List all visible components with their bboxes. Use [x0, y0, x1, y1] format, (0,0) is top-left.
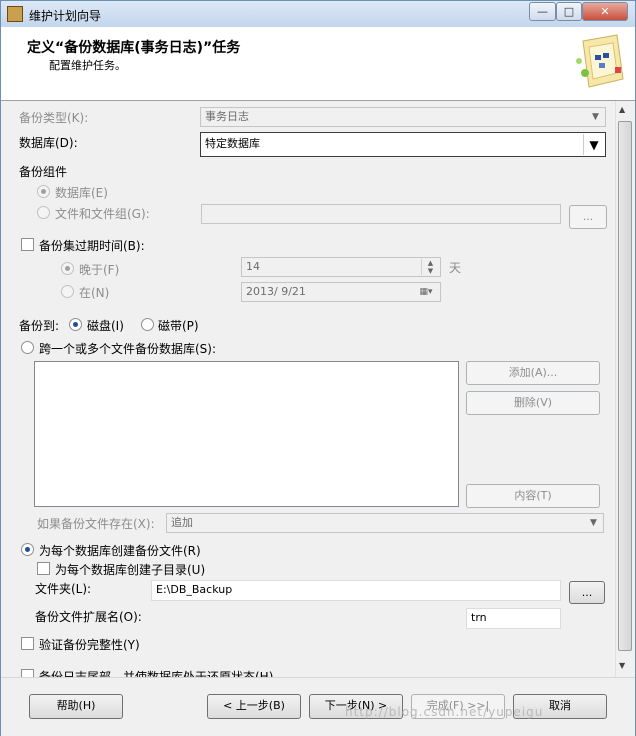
chevron-down-icon: ▼	[592, 112, 599, 122]
database-select[interactable]: 特定数据库 ▼	[200, 132, 606, 157]
folder-browse-button[interactable]: ...	[569, 581, 605, 604]
if-exists-label: 如果备份文件存在(X):	[37, 517, 155, 531]
spinner-arrows-icon[interactable]: ▲ ▼	[421, 259, 439, 275]
extension-label: 备份文件扩展名(O):	[35, 610, 142, 624]
page-subtitle: 配置维护任务。	[49, 59, 126, 72]
subdir-label: 为每个数据库创建子目录(U)	[55, 563, 206, 577]
scroll-down-icon[interactable]: ▼	[619, 661, 625, 670]
app-icon	[7, 6, 23, 22]
backup-files-listbox[interactable]	[34, 361, 459, 507]
expire-days-unit: 天	[449, 261, 462, 275]
tail-log-label: 备份日志尾部，并使数据库处于还原状态(H)	[39, 670, 274, 677]
close-button[interactable]: ✕	[582, 2, 628, 21]
maximize-button[interactable]: □	[556, 2, 582, 21]
contents-button[interactable]: 内容(T)	[466, 484, 600, 508]
folder-label: 文件夹(L):	[35, 582, 92, 596]
remove-file-button[interactable]: 删除(V)	[466, 391, 600, 415]
backup-to-tape-radio[interactable]	[141, 318, 154, 331]
chevron-down-icon: ▼	[590, 518, 597, 528]
tail-log-checkbox[interactable]	[21, 669, 34, 677]
backup-to-label: 备份到:	[19, 319, 60, 333]
component-files-radio[interactable]	[37, 206, 50, 219]
per-db-radio[interactable]	[21, 543, 34, 556]
wizard-window: 维护计划向导 — □ ✕ 定义“备份数据库(事务日志)”任务 配置维护任务。 备…	[0, 0, 636, 736]
expire-after-label: 晚于(F)	[79, 263, 120, 277]
folder-input[interactable]: E:\DB_Backup	[151, 580, 561, 601]
expire-after-radio[interactable]	[61, 262, 74, 275]
backup-to-tape-label: 磁带(P)	[158, 319, 199, 333]
verify-label: 验证备份完整性(Y)	[39, 638, 140, 652]
wizard-header: 定义“备份数据库(事务日志)”任务 配置维护任务。	[1, 27, 635, 101]
component-files-field	[201, 204, 561, 224]
verify-checkbox[interactable]	[21, 637, 34, 650]
component-browse-button[interactable]: ...	[569, 205, 607, 229]
chevron-down-icon[interactable]: ▼	[583, 134, 604, 155]
extension-input[interactable]: trn	[466, 608, 561, 629]
extension-value: trn	[471, 611, 487, 624]
expire-days-spinner[interactable]: 14 ▲ ▼	[241, 257, 441, 277]
database-value: 特定数据库	[205, 137, 260, 150]
calendar-icon[interactable]: ▦▾	[413, 284, 439, 300]
help-button[interactable]: 帮助(H)	[29, 694, 123, 719]
watermark-text: http://blog.csdn.net/yupeigu	[345, 705, 544, 719]
expire-date-picker[interactable]: 2013/ 9/21 ▦▾	[241, 282, 441, 302]
expire-on-label: 在(N)	[79, 286, 110, 300]
per-db-label: 为每个数据库创建备份文件(R)	[39, 544, 201, 558]
span-files-radio[interactable]	[21, 341, 34, 354]
folder-value: E:\DB_Backup	[156, 583, 233, 596]
vertical-scrollbar[interactable]: ▲ ▼	[615, 101, 635, 677]
window-title: 维护计划向导	[29, 9, 102, 23]
backup-to-disk-radio[interactable]	[69, 318, 82, 331]
backup-type-value: 事务日志	[205, 110, 249, 123]
expire-checkbox[interactable]	[21, 238, 34, 251]
expire-on-radio[interactable]	[61, 285, 74, 298]
title-bar: 维护计划向导 — □ ✕	[1, 1, 635, 27]
backup-type-select: 事务日志 ▼	[200, 107, 606, 127]
if-exists-value: 追加	[171, 516, 193, 529]
wizard-content: 备份类型(K): 事务日志 ▼ 数据库(D): 特定数据库 ▼ 备份组件 数据库…	[1, 101, 615, 677]
subdir-checkbox[interactable]	[37, 562, 50, 575]
expire-label: 备份集过期时间(B):	[39, 239, 145, 253]
expire-date-value: 2013/ 9/21	[246, 285, 306, 298]
page-title: 定义“备份数据库(事务日志)”任务	[27, 40, 241, 56]
scroll-thumb[interactable]	[618, 121, 632, 651]
component-database-label: 数据库(E)	[55, 186, 108, 200]
component-files-label: 文件和文件组(G):	[55, 207, 150, 221]
if-exists-select[interactable]: 追加 ▼	[166, 513, 604, 533]
minimize-button[interactable]: —	[529, 2, 556, 21]
expire-days-value: 14	[246, 260, 260, 273]
backup-to-disk-label: 磁盘(I)	[87, 319, 124, 333]
add-file-button[interactable]: 添加(A)...	[466, 361, 600, 385]
span-files-label: 跨一个或多个文件备份数据库(S):	[39, 342, 217, 356]
database-label: 数据库(D):	[19, 136, 78, 150]
component-database-radio[interactable]	[37, 185, 50, 198]
backup-type-label: 备份类型(K):	[19, 111, 89, 125]
back-button[interactable]: < 上一步(B)	[207, 694, 301, 719]
wizard-banner-icon	[576, 34, 624, 88]
backup-component-label: 备份组件	[19, 165, 68, 179]
scroll-up-icon[interactable]: ▲	[619, 105, 625, 114]
